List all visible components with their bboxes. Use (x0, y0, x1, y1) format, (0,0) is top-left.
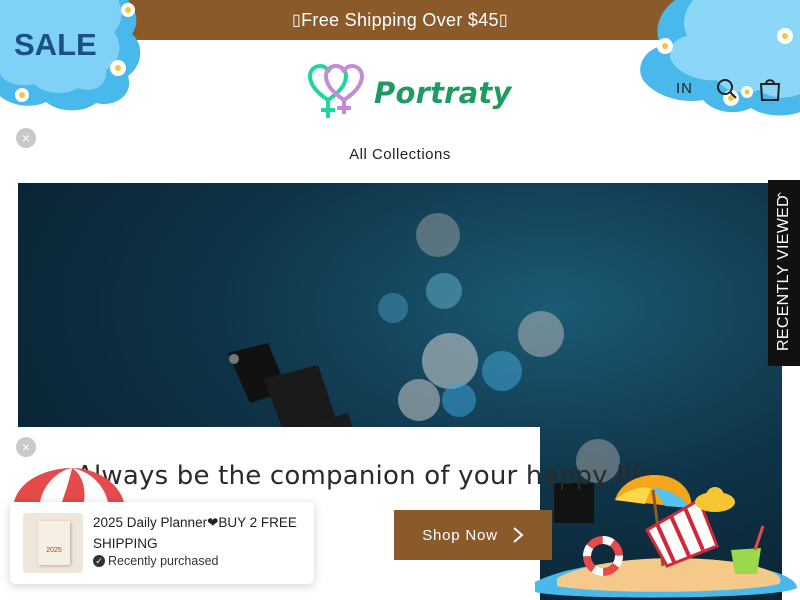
check-circle-icon: ✓ (93, 555, 105, 567)
planner-year: 2025 (46, 547, 62, 554)
product-thumbnail: 2025 (23, 513, 83, 573)
recently-viewed-tab[interactable]: ‹ RECENTLY VIEWED (768, 180, 800, 366)
bokeh-light (378, 293, 408, 323)
main-nav: All Collections (0, 146, 800, 163)
cart-icon[interactable] (758, 76, 782, 102)
toast-product-title[interactable]: 2025 Daily Planner❤BUY 2 FREE SHIPPING (93, 512, 303, 554)
site-header: Portraty IN (0, 40, 800, 140)
toast-status: ✓ Recently purchased (93, 554, 218, 568)
close-popup-button-top[interactable]: × (16, 128, 36, 148)
bokeh-light (482, 351, 522, 391)
announcement-glyph-left: ▯ (292, 12, 302, 29)
chevron-right-icon (513, 527, 524, 543)
brand-logo-text: Portraty (374, 76, 512, 110)
search-icon[interactable] (716, 78, 738, 100)
nav-item-all-collections[interactable]: All Collections (349, 146, 451, 163)
beach-scene-decoration (535, 475, 797, 598)
announcement-text: Free Shipping Over $45 (301, 9, 499, 30)
recently-viewed-label: RECENTLY VIEWED (775, 195, 792, 351)
bokeh-light (442, 383, 476, 417)
sign-in-link[interactable]: IN (676, 80, 693, 97)
planner-book-image: 2025 (38, 521, 70, 565)
recent-purchase-toast[interactable]: 2025 2025 Daily Planner❤BUY 2 FREE SHIPP… (10, 502, 314, 584)
close-popup-button[interactable]: × (16, 437, 36, 457)
announcement-glyph-right: ▯ (498, 12, 508, 29)
shop-now-label: Shop Now (422, 526, 498, 544)
bokeh-light (416, 213, 460, 257)
bokeh-light (518, 311, 564, 357)
bokeh-light (426, 273, 462, 309)
shop-now-button[interactable]: Shop Now (394, 510, 552, 560)
brand-logo[interactable]: Portraty (308, 64, 512, 122)
bokeh-light (422, 333, 478, 389)
toast-status-text: Recently purchased (108, 554, 219, 568)
gender-hearts-icon (308, 64, 365, 118)
